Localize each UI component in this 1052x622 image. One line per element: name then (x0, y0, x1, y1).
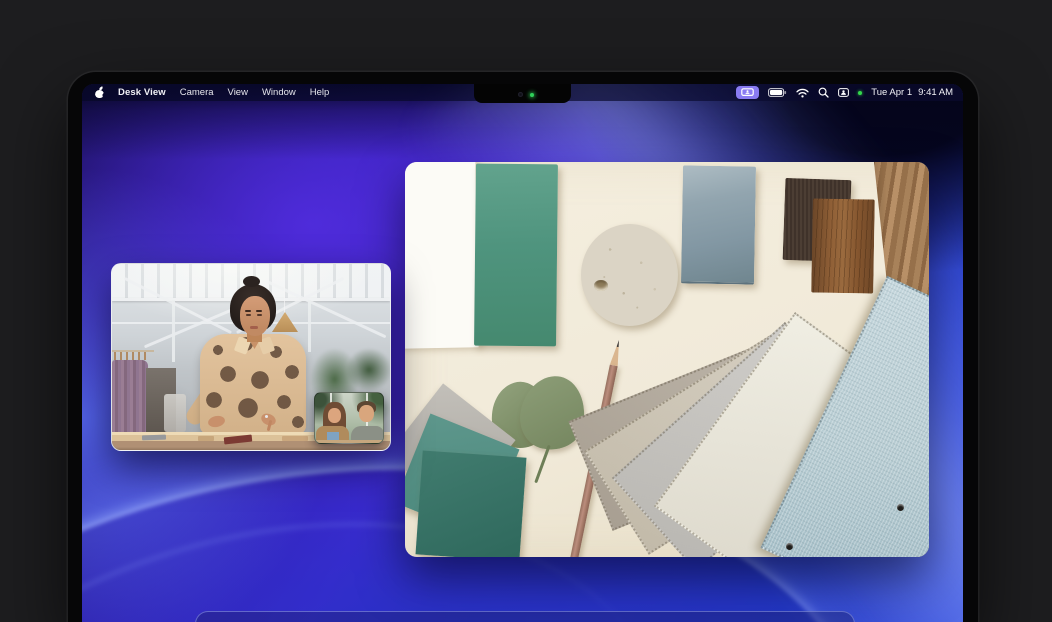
silver-ring (265, 415, 268, 418)
participant-hair-bun (243, 276, 260, 287)
menu-bar-time[interactable]: 9:41 AM (918, 87, 953, 98)
facetime-video-window[interactable] (111, 263, 391, 451)
search-icon[interactable] (818, 87, 829, 98)
participant-eyes (246, 314, 251, 316)
menu-window[interactable]: Window (262, 87, 296, 98)
screen: Desk View Camera View Window Help (82, 84, 963, 622)
leaf-stem (534, 445, 550, 484)
teal-tile-sample (474, 164, 558, 347)
camera-notch (474, 84, 571, 103)
background-window-edge[interactable] (195, 611, 855, 622)
macbook-display: Desk View Camera View Window Help (68, 72, 978, 622)
desk-background: Desk View Camera View Window Help (0, 0, 1052, 622)
desk-swatch-gray (142, 435, 166, 441)
menu-app-name[interactable]: Desk View (118, 87, 166, 98)
participant-face (240, 296, 270, 336)
desk-swatch-tan (198, 436, 214, 441)
screen-sharing-indicator[interactable] (736, 86, 759, 99)
desk-swatch-beige (282, 436, 308, 441)
bluegray-tile-sample (681, 165, 756, 284)
apple-menu-icon[interactable] (95, 88, 104, 98)
desk-view-window[interactable] (405, 162, 929, 557)
battery-icon[interactable] (768, 88, 787, 97)
clothes-hangers (114, 352, 150, 360)
lamp-cord (284, 284, 285, 313)
menu-camera[interactable]: Camera (180, 87, 214, 98)
sewing-machine (164, 394, 186, 432)
menu-help[interactable]: Help (310, 87, 330, 98)
camera-lens (518, 92, 523, 97)
swatch-grommet (897, 504, 904, 511)
participant-eyebrows (245, 310, 251, 312)
pencil-tip (610, 339, 623, 366)
pip-self-view-thumbnail[interactable] (314, 392, 384, 444)
menu-bar-date[interactable]: Tue Apr 1 (871, 87, 912, 98)
pip-table-edge (315, 440, 383, 444)
camera-active-indicator (858, 91, 862, 95)
felt-disc-sample (581, 224, 678, 326)
menu-view[interactable]: View (228, 87, 248, 98)
camera-indicator-led (530, 93, 534, 97)
participant-lips (250, 326, 258, 329)
brown-wood-sample (811, 198, 875, 293)
pip-woman-face (328, 408, 341, 423)
swatch-grommet (786, 543, 793, 550)
wifi-icon[interactable] (796, 88, 809, 98)
felt-disc-hole (594, 280, 608, 291)
white-paper-sample (405, 162, 479, 349)
pip-man-face (359, 405, 374, 422)
dark-teal-square-tile (415, 450, 526, 557)
display-with-user-icon (741, 88, 754, 97)
user-card-icon[interactable] (838, 88, 849, 97)
